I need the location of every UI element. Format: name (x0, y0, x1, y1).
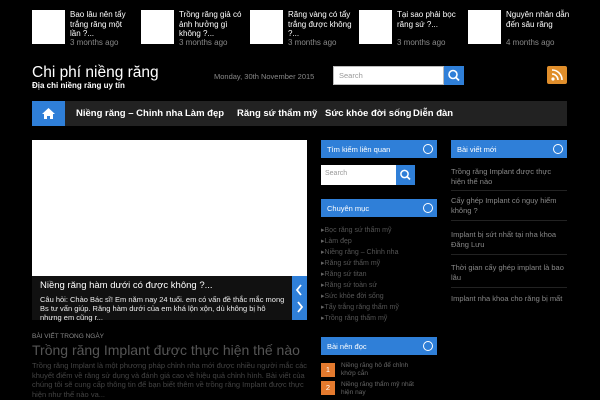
category-item[interactable]: Răng sứ toàn sứ (321, 281, 378, 289)
widget-search-header: Tìm kiếm liên quan (321, 140, 437, 158)
search-icon (448, 69, 460, 82)
post-thumbnail[interactable] (250, 10, 283, 44)
post-thumbnail[interactable] (359, 10, 392, 44)
new-post-link[interactable]: Trồng răng Implant được thực hiện thế nà… (451, 167, 567, 187)
category-item[interactable]: Niềng răng – Chỉnh nha (321, 248, 399, 256)
slider-excerpt: Câu hỏi: Chào Bác sĩ! Em năm nay 24 tuổi… (40, 295, 285, 322)
post-date: 4 months ago (506, 38, 555, 47)
divider (451, 254, 567, 255)
home-icon (42, 108, 55, 119)
slider-image[interactable] (32, 140, 307, 276)
widget-search-input[interactable]: Search (321, 165, 396, 185)
nav-item-rang-su[interactable]: Răng sứ thẩm mỹ (237, 108, 317, 119)
widget-categories-header: Chuyên mục (321, 199, 437, 217)
widget-search-button[interactable] (396, 165, 415, 185)
nav-home[interactable] (32, 101, 65, 126)
category-item[interactable]: Răng sứ thẩm mỹ (321, 259, 381, 267)
divider (451, 287, 567, 288)
widget-title: Tìm kiếm liên quan (327, 145, 391, 154)
chevron-left-icon (295, 284, 302, 296)
widget-title: Bài nên đọc (327, 342, 367, 351)
post-title[interactable]: Tại sao phải bọc răng sứ ?... (397, 10, 461, 29)
top-post-2[interactable]: Trồng răng giả có ảnh hưởng gì không ?..… (141, 10, 241, 50)
rss-button[interactable] (547, 66, 567, 84)
new-post-link[interactable]: Implant bị sứt nhất tại nha khoa Đăng Lư… (451, 230, 567, 250)
new-post-link[interactable]: Implant nha khoa cho răng bị mất (451, 294, 567, 304)
header-search-input[interactable]: Search (333, 66, 444, 85)
arrow-circle-icon (423, 203, 433, 213)
header-date: Monday, 30th November 2015 (214, 72, 315, 81)
site-tagline: Địa chỉ niềng răng uy tín (32, 81, 125, 90)
category-item[interactable]: Răng sứ titan (321, 270, 367, 278)
slider-title[interactable]: Niềng răng hàm dưới có được không ?... (40, 280, 213, 291)
recommended-rank: 1 (321, 363, 335, 377)
divider (451, 190, 567, 191)
divider (451, 220, 567, 221)
new-post-link[interactable]: Cấy ghép Implant có nguy hiểm không ? (451, 196, 567, 216)
widget-new-posts-header: Bài viết mới (451, 140, 567, 158)
nav-item-lam-dep[interactable]: Làm đẹp (185, 108, 224, 119)
post-thumbnail[interactable] (32, 10, 65, 44)
featured-title[interactable]: Trồng răng Implant được thực hiện thế nà… (32, 342, 300, 358)
header-search-button[interactable] (444, 66, 464, 85)
rss-icon (551, 69, 563, 81)
widget-title: Bài viết mới (457, 145, 497, 154)
post-title[interactable]: Nguyên nhân dẫn đến sâu răng (506, 10, 570, 29)
slider-nav (292, 276, 307, 320)
category-item[interactable]: Bọc răng sứ thẩm mỹ (321, 226, 392, 234)
post-title[interactable]: Bao lâu nên tẩy trắng răng một lần ?... (70, 10, 134, 39)
section-label: BÀI VIẾT TRONG NGÀY (32, 333, 104, 340)
post-date: 3 months ago (288, 38, 337, 47)
post-title[interactable]: Răng vàng có tẩy trắng được không ?... (288, 10, 352, 39)
widget-title: Chuyên mục (327, 204, 370, 213)
post-thumbnail[interactable] (141, 10, 174, 44)
recommended-link[interactable]: Niềng răng hô để chỉnh khớp cắn (341, 362, 416, 378)
slider-arrow-icons (295, 284, 304, 313)
post-date: 3 months ago (70, 38, 119, 47)
site-title[interactable]: Chi phí niềng răng (32, 64, 159, 82)
widget-recommended-header: Bài nên đọc (321, 337, 437, 355)
featured-excerpt: Trồng răng Implant là một phương pháp ch… (32, 361, 308, 399)
arrow-circle-icon (553, 144, 563, 154)
recommended-link[interactable]: Niềng răng thẩm mỹ nhất hiện nay (341, 381, 416, 397)
category-item[interactable]: Sức khỏe đời sống (321, 292, 384, 300)
post-date: 3 months ago (179, 38, 228, 47)
main-nav: Niềng răng – Chỉnh nha Làm đẹp Răng sứ t… (32, 101, 567, 126)
nav-item-dien-dan[interactable]: Diễn đàn (413, 108, 453, 119)
top-post-1[interactable]: Bao lâu nên tẩy trắng răng một lần ?... … (32, 10, 132, 50)
new-post-link[interactable]: Thời gian cấy ghép implant là bao lâu (451, 263, 567, 283)
top-post-5[interactable]: Nguyên nhân dẫn đến sâu răng 4 months ag… (468, 10, 570, 50)
top-post-3[interactable]: Răng vàng có tẩy trắng được không ?... 3… (250, 10, 352, 50)
category-item[interactable]: Trồng răng thẩm mỹ (321, 314, 388, 322)
category-item[interactable]: Tẩy trắng răng thẩm mỹ (321, 303, 399, 311)
top-post-4[interactable]: Tại sao phải bọc răng sứ ?... 3 months a… (359, 10, 459, 50)
post-date: 3 months ago (397, 38, 446, 47)
post-title[interactable]: Trồng răng giả có ảnh hưởng gì không ?..… (179, 10, 243, 39)
nav-item-nieng-rang[interactable]: Niềng răng – Chỉnh nha (76, 108, 183, 119)
search-icon (400, 169, 411, 181)
post-thumbnail[interactable] (468, 10, 501, 44)
nav-item-suc-khoe[interactable]: Sức khỏe đời sống (325, 108, 411, 119)
arrow-circle-icon (423, 144, 433, 154)
arrow-circle-icon (423, 341, 433, 351)
category-item[interactable]: Làm đẹp (321, 237, 352, 245)
recommended-rank: 2 (321, 381, 335, 395)
chevron-right-icon (297, 301, 304, 313)
